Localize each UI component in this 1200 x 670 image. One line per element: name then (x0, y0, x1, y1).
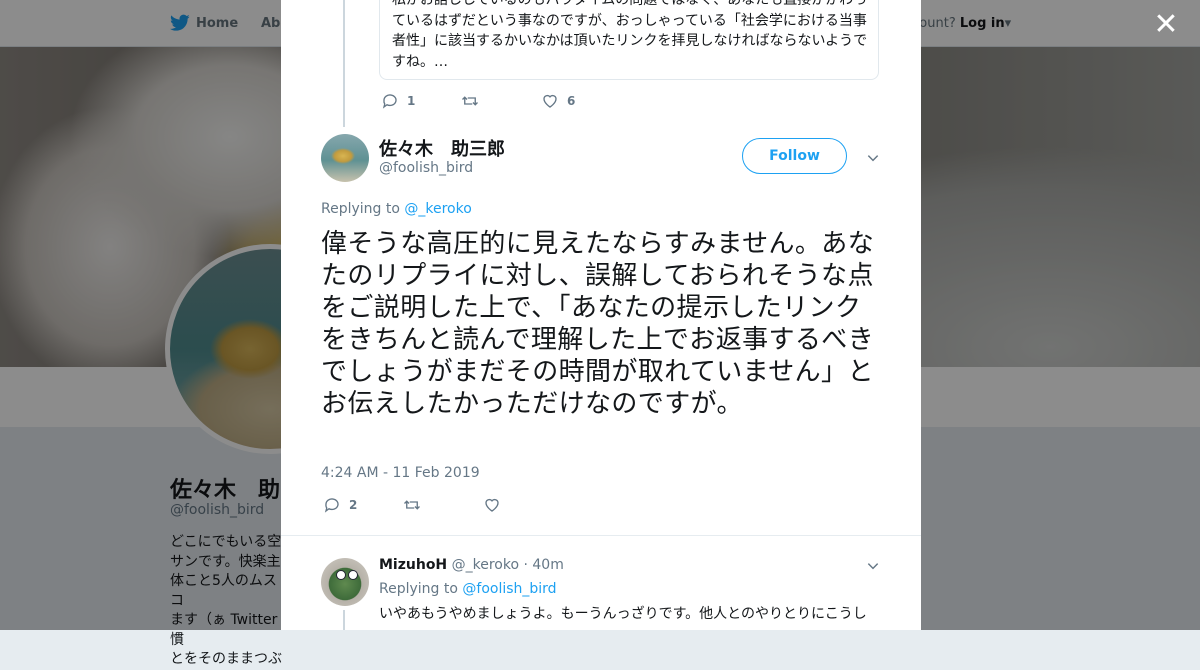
reply-count: 2 (349, 498, 358, 512)
like-count: 6 (567, 94, 576, 108)
like-action[interactable] (483, 496, 563, 514)
author-avatar[interactable] (321, 134, 369, 182)
heart-icon (543, 94, 557, 108)
tweet-actions: 2 (323, 496, 563, 514)
reply-replying-prefix: Replying to (379, 581, 458, 597)
reply-tweet-header: MizuhoH @_keroko · 40m (379, 557, 564, 573)
thread-connector-line (343, 610, 345, 630)
reply-count: 1 (407, 94, 416, 108)
retweet-action[interactable] (403, 496, 483, 514)
tweet-timestamp[interactable]: 4:24 AM - 11 Feb 2019 (321, 465, 480, 481)
reply-more-chevron-icon[interactable] (866, 558, 880, 577)
reply-replying-to-link[interactable]: @foolish_bird (462, 581, 556, 597)
section-divider (281, 535, 921, 546)
reply-icon (382, 94, 397, 109)
tweet-text: 偉そうな高圧的に見えたならすみません。あなたのリプライに対し、誤解しておられそう… (321, 229, 875, 419)
reply-author-handle[interactable]: @_keroko (452, 557, 519, 573)
replying-prefix: Replying to (321, 201, 400, 217)
thread-connector-line (343, 0, 345, 127)
close-icon[interactable]: ✕ (1152, 10, 1180, 40)
reply-author-avatar[interactable] (321, 558, 369, 606)
quoted-tweet-text: 私がお話ししているのもパラダイムの問題ではなく、あなたも直接かかわっているはずだ… (392, 0, 868, 70)
reply-time[interactable]: · 40m (523, 557, 563, 573)
replying-to-link[interactable]: @_keroko (404, 201, 471, 217)
retweet-icon (404, 500, 420, 510)
author-name[interactable]: 佐々木 助三郎 (379, 135, 505, 161)
reply-action[interactable]: 2 (323, 496, 403, 514)
more-options-chevron-icon[interactable] (866, 150, 880, 169)
avatar-detail (336, 570, 346, 580)
heart-icon (485, 498, 499, 512)
reply-icon (324, 498, 339, 513)
like-action[interactable]: 6 (541, 92, 621, 110)
quoted-tweet-card[interactable]: 私がお話ししているのもパラダイムの問題ではなく、あなたも直接かかわっているはずだ… (379, 0, 879, 80)
author-handle[interactable]: @foolish_bird (379, 160, 473, 176)
parent-tweet-actions: 1 6 (381, 92, 621, 110)
reply-action[interactable]: 1 (381, 92, 461, 110)
reply-tweet-text: いやあもうやめましょうよ。もーうんっざりです。他人とのやりとりにこうし (379, 606, 867, 622)
follow-button[interactable]: Follow (742, 138, 847, 174)
tweet-permalink-modal: 私がお話ししているのもパラダイムの問題ではなく、あなたも直接かかわっているはずだ… (281, 0, 921, 630)
reply-replying-to-line: Replying to @foolish_bird (379, 581, 557, 597)
retweet-action[interactable] (461, 92, 541, 110)
replying-to-line: Replying to @_keroko (321, 201, 472, 217)
reply-author-name[interactable]: MizuhoH (379, 557, 447, 573)
retweet-icon (462, 96, 478, 106)
avatar-detail (348, 570, 358, 580)
